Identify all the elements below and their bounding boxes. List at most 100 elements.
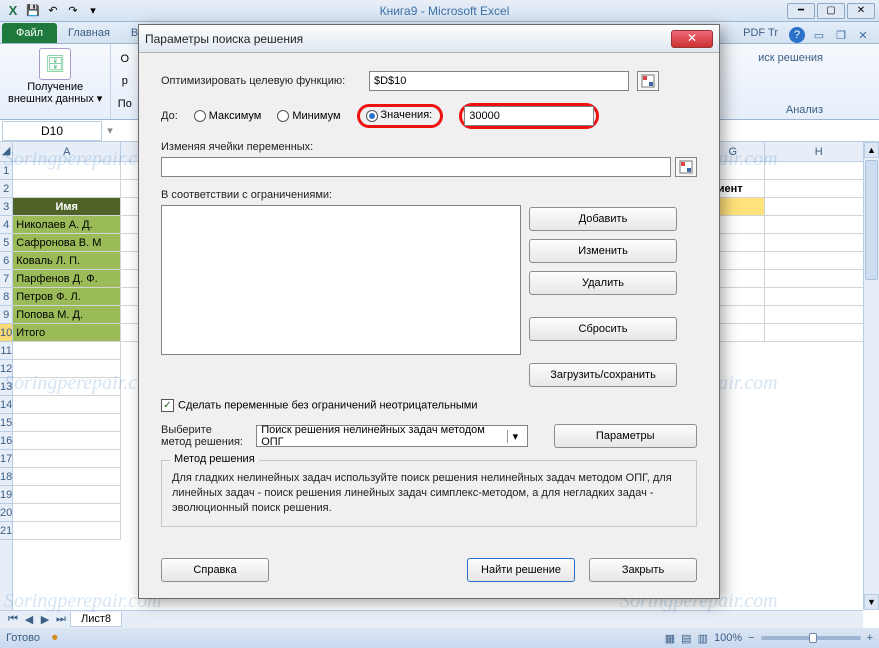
cell[interactable] (13, 378, 121, 396)
cell[interactable]: Сафронова В. М (13, 234, 121, 252)
row-header[interactable]: 17 (0, 450, 12, 468)
cell[interactable] (765, 252, 873, 270)
zoom-slider[interactable] (761, 636, 861, 640)
cell[interactable]: Парфенов Д. Ф. (13, 270, 121, 288)
edit-button[interactable]: Изменить (529, 239, 677, 263)
parameters-button[interactable]: Параметры (554, 424, 697, 448)
col-header[interactable]: H (765, 142, 873, 161)
scroll-up-icon[interactable]: ▲ (864, 142, 879, 158)
minimize-button[interactable]: ━ (787, 3, 815, 19)
zoom-in-icon[interactable]: + (867, 632, 873, 644)
select-all-corner[interactable]: ◢ (0, 142, 12, 162)
sheet-nav-prev-icon[interactable]: ◀ (22, 613, 36, 627)
cell[interactable] (765, 234, 873, 252)
redo-icon[interactable]: ↷ (64, 2, 82, 20)
tab-home[interactable]: Главная (58, 23, 120, 43)
cell[interactable] (765, 288, 873, 306)
macro-record-icon[interactable]: ⏺ (52, 632, 58, 645)
cell[interactable]: Попова М. Д. (13, 306, 121, 324)
workbook-close-icon[interactable]: ✕ (855, 27, 871, 43)
range-picker-button[interactable] (637, 71, 659, 91)
dialog-title-bar[interactable]: Параметры поиска решения ✕ (139, 25, 719, 53)
workbook-restore-icon[interactable]: ❐ (833, 27, 849, 43)
close-dialog-button[interactable]: Закрыть (589, 558, 697, 582)
view-layout-icon[interactable]: ▤ (681, 632, 691, 645)
objective-input[interactable] (369, 71, 629, 91)
row-header[interactable]: 6 (0, 252, 12, 270)
col-header[interactable]: A (13, 142, 121, 161)
row-header[interactable]: 20 (0, 504, 12, 522)
cell[interactable] (13, 450, 121, 468)
zoom-slider-thumb[interactable] (809, 633, 817, 643)
vars-input[interactable] (161, 157, 671, 177)
row-header[interactable]: 10 (0, 324, 12, 342)
reset-button[interactable]: Сбросить (529, 317, 677, 341)
row-header[interactable]: 16 (0, 432, 12, 450)
cell[interactable] (13, 414, 121, 432)
close-button[interactable]: ✕ (847, 3, 875, 19)
help-icon[interactable]: ? (789, 27, 805, 43)
cell[interactable] (765, 270, 873, 288)
name-box[interactable]: D10 (2, 121, 102, 141)
scroll-down-icon[interactable]: ▼ (864, 594, 879, 610)
row-header[interactable]: 9 (0, 306, 12, 324)
method-select[interactable]: Поиск решения нелинейных задач методом О… (256, 425, 528, 447)
cell[interactable]: Имя (13, 198, 121, 216)
cell[interactable]: Николаев А. Д. (13, 216, 121, 234)
help-button[interactable]: Справка (161, 558, 269, 582)
row-header[interactable]: 14 (0, 396, 12, 414)
row-header[interactable]: 5 (0, 234, 12, 252)
sheet-nav-last-icon[interactable]: ⏭ (54, 613, 68, 627)
zoom-out-icon[interactable]: − (748, 632, 754, 644)
constraints-listbox[interactable] (161, 205, 521, 355)
row-header[interactable]: 3 (0, 198, 12, 216)
cell[interactable]: Итого (13, 324, 121, 342)
row-header[interactable]: 2 (0, 180, 12, 198)
row-header[interactable]: 21 (0, 522, 12, 540)
cell[interactable] (765, 216, 873, 234)
row-header[interactable]: 4 (0, 216, 12, 234)
tab-file[interactable]: Файл (2, 23, 57, 43)
dialog-close-button[interactable]: ✕ (671, 30, 713, 48)
cell[interactable] (13, 486, 121, 504)
row-header[interactable]: 8 (0, 288, 12, 306)
row-header[interactable]: 7 (0, 270, 12, 288)
cell[interactable] (765, 306, 873, 324)
cell[interactable] (765, 162, 873, 180)
add-button[interactable]: Добавить (529, 207, 677, 231)
row-header[interactable]: 12 (0, 360, 12, 378)
cell[interactable] (13, 342, 121, 360)
qat-dropdown-icon[interactable]: ▾ (84, 2, 102, 20)
radio-value[interactable]: Значения: (366, 109, 433, 121)
load-save-button[interactable]: Загрузить/сохранить (529, 363, 677, 387)
row-header[interactable]: 19 (0, 486, 12, 504)
sheet-nav-next-icon[interactable]: ▶ (38, 613, 52, 627)
row-header[interactable]: 1 (0, 162, 12, 180)
nonneg-checkbox[interactable]: Сделать переменные без ограничений неотр… (161, 399, 478, 412)
vertical-scrollbar[interactable]: ▲ ▼ (863, 142, 879, 610)
cell[interactable]: Петров Ф. Л. (13, 288, 121, 306)
row-header[interactable]: 15 (0, 414, 12, 432)
ribbon-minimize-icon[interactable]: ▭ (811, 27, 827, 43)
cell[interactable] (13, 504, 121, 522)
row-header[interactable]: 13 (0, 378, 12, 396)
cell[interactable] (13, 522, 121, 540)
cell[interactable] (13, 432, 121, 450)
name-box-dropdown-icon[interactable]: ▾ (102, 124, 118, 137)
get-external-data-button[interactable]: 🗄 Получение внешних данных ▾ (8, 48, 102, 105)
cell[interactable]: Коваль Л. П. (13, 252, 121, 270)
cell[interactable] (13, 468, 121, 486)
value-input[interactable] (464, 106, 594, 126)
sheet-tab[interactable]: Лист8 (70, 612, 122, 627)
save-icon[interactable]: 💾 (24, 2, 42, 20)
maximize-button[interactable]: ▢ (817, 3, 845, 19)
view-pagebreak-icon[interactable]: ▥ (698, 632, 708, 645)
radio-min[interactable]: Минимум (277, 110, 340, 122)
radio-max[interactable]: Максимум (194, 110, 262, 122)
undo-icon[interactable]: ↶ (44, 2, 62, 20)
cell[interactable] (13, 396, 121, 414)
row-header[interactable]: 18 (0, 468, 12, 486)
delete-button[interactable]: Удалить (529, 271, 677, 295)
range-picker-button[interactable] (675, 157, 697, 177)
cell[interactable] (765, 198, 873, 216)
